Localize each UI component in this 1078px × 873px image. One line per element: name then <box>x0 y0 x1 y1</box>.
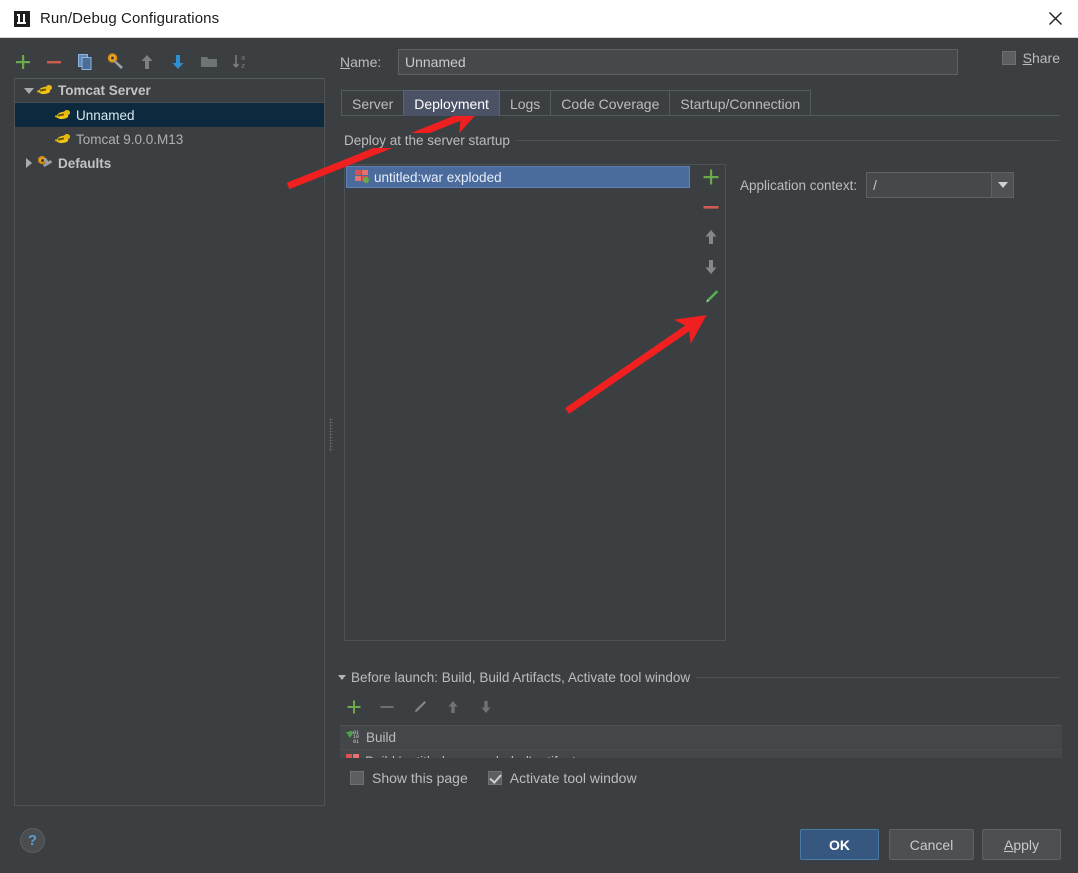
tree-node-label: Defaults <box>58 155 112 171</box>
name-input[interactable] <box>398 49 958 75</box>
activate-tool-window-label: Activate tool window <box>509 770 637 786</box>
chevron-right-icon[interactable] <box>21 155 37 171</box>
tomcat-icon <box>54 108 71 123</box>
application-context-value[interactable]: / <box>867 178 991 193</box>
before-launch-header[interactable]: Before launch: Build, Build Artifacts, A… <box>338 670 697 685</box>
activate-tool-window-checkbox[interactable]: Activate tool window <box>487 770 637 786</box>
checkbox-box[interactable] <box>487 771 502 785</box>
move-task-down-button <box>477 698 499 720</box>
tab-code-coverage[interactable]: Code Coverage <box>550 90 671 116</box>
before-launch-options: Show this page Activate tool window <box>350 770 637 786</box>
add-configuration-button[interactable] <box>12 51 34 73</box>
intellij-idea-icon <box>14 10 30 27</box>
deploy-section-title: Deploy at the server startup <box>344 133 516 148</box>
move-artifact-up-button <box>700 226 722 248</box>
tree-node-tomcat-server[interactable]: Tomcat Server <box>15 79 324 103</box>
list-item[interactable]: untitled:war exploded <box>346 166 690 188</box>
share-label: Share <box>1022 50 1060 66</box>
task-label: Build 'untitled:war exploded' artifact <box>365 754 576 759</box>
chevron-down-icon[interactable] <box>338 675 346 680</box>
name-label: Name: <box>340 54 382 70</box>
chevron-down-icon[interactable] <box>991 173 1014 197</box>
add-task-button[interactable] <box>345 698 367 720</box>
folder-icon <box>198 51 220 73</box>
chevron-down-icon[interactable] <box>21 83 37 99</box>
edit-artifact-button[interactable] <box>700 286 722 308</box>
remove-artifact-button[interactable] <box>700 196 722 218</box>
artifact-icon <box>355 170 369 184</box>
close-icon[interactable] <box>1032 0 1078 37</box>
task-label: Build <box>366 730 397 745</box>
configurations-toolbar: a z <box>12 48 322 76</box>
tomcat-icon <box>36 83 53 98</box>
help-button[interactable]: ? <box>20 828 45 853</box>
build-icon: 01 10 01 <box>346 730 360 745</box>
tab-logs[interactable]: Logs <box>498 90 552 116</box>
before-launch-title: Before launch: Build, Build Artifacts, A… <box>351 670 691 685</box>
cancel-button[interactable]: Cancel <box>889 829 974 860</box>
list-item[interactable]: Build 'untitled:war exploded' artifact <box>340 749 1062 758</box>
ok-button[interactable]: OK <box>800 829 879 860</box>
tomcat-icon <box>54 132 71 147</box>
apply-button[interactable]: Apply <box>982 829 1061 860</box>
move-task-up-button <box>444 698 466 720</box>
checkbox-box[interactable] <box>350 771 364 785</box>
tab-startup-connection[interactable]: Startup/Connection <box>669 90 812 116</box>
add-artifact-button[interactable] <box>700 166 722 188</box>
application-context-combo[interactable]: / <box>866 172 1015 198</box>
configurations-tree[interactable]: Tomcat Server Unnamed Tomcat 9.0.0.M13 D… <box>14 78 325 806</box>
deployment-side-toolbar <box>697 166 725 308</box>
application-context-row: Application context: / <box>740 172 1015 198</box>
dialog-title: Run/Debug Configurations <box>40 10 220 27</box>
name-row: Name: <box>340 48 1060 76</box>
tab-server[interactable]: Server <box>341 90 405 116</box>
svg-text:a: a <box>241 54 245 62</box>
share-checkbox-box[interactable] <box>1001 51 1016 65</box>
tree-node-defaults[interactable]: Defaults <box>15 151 324 175</box>
before-launch-toolbar <box>345 698 499 720</box>
move-artifact-down-button <box>700 256 722 278</box>
remove-task-button <box>378 698 400 720</box>
tab-deployment[interactable]: Deployment <box>403 90 500 116</box>
show-this-page-label: Show this page <box>372 770 468 786</box>
panel-splitter[interactable] <box>325 78 337 806</box>
copy-icon[interactable] <box>74 51 96 73</box>
defaults-gear-icon <box>37 155 53 171</box>
tree-node-label: Tomcat 9.0.0.M13 <box>76 131 184 147</box>
application-context-label: Application context: <box>740 177 858 193</box>
arrow-up-icon <box>136 51 158 73</box>
tree-node-label: Tomcat Server <box>58 83 151 98</box>
list-item[interactable]: 01 10 01 Build <box>340 726 1062 749</box>
wrench-gear-icon[interactable] <box>105 51 127 73</box>
show-this-page-checkbox[interactable]: Show this page <box>350 770 468 786</box>
config-tabs: Server Deployment Logs Code Coverage Sta… <box>341 90 812 116</box>
tree-node-tomcat-9[interactable]: Tomcat 9.0.0.M13 <box>15 127 324 151</box>
pencil-icon <box>411 698 433 720</box>
before-launch-task-list[interactable]: 011001 Build Build 'untitled:war explode… <box>340 725 1062 758</box>
artifact-icon <box>346 754 360 758</box>
artifact-label: untitled:war exploded <box>374 169 502 185</box>
remove-configuration-button[interactable] <box>43 51 65 73</box>
tree-node-label: Unnamed <box>76 107 135 123</box>
sort-az-icon: a z <box>229 51 251 73</box>
deployment-artifacts-list[interactable]: untitled:war exploded <box>344 164 726 641</box>
share-checkbox[interactable]: Share <box>1001 50 1060 66</box>
splitter-handle-dots <box>329 418 333 452</box>
svg-text:z: z <box>241 62 245 70</box>
title-bar: Run/Debug Configurations <box>0 0 1078 38</box>
arrow-down-icon[interactable] <box>167 51 189 73</box>
tree-node-unnamed[interactable]: Unnamed <box>15 103 324 127</box>
run-debug-configurations-dialog: Run/Debug Configurations a z Tomcat Serv… <box>0 0 1078 873</box>
